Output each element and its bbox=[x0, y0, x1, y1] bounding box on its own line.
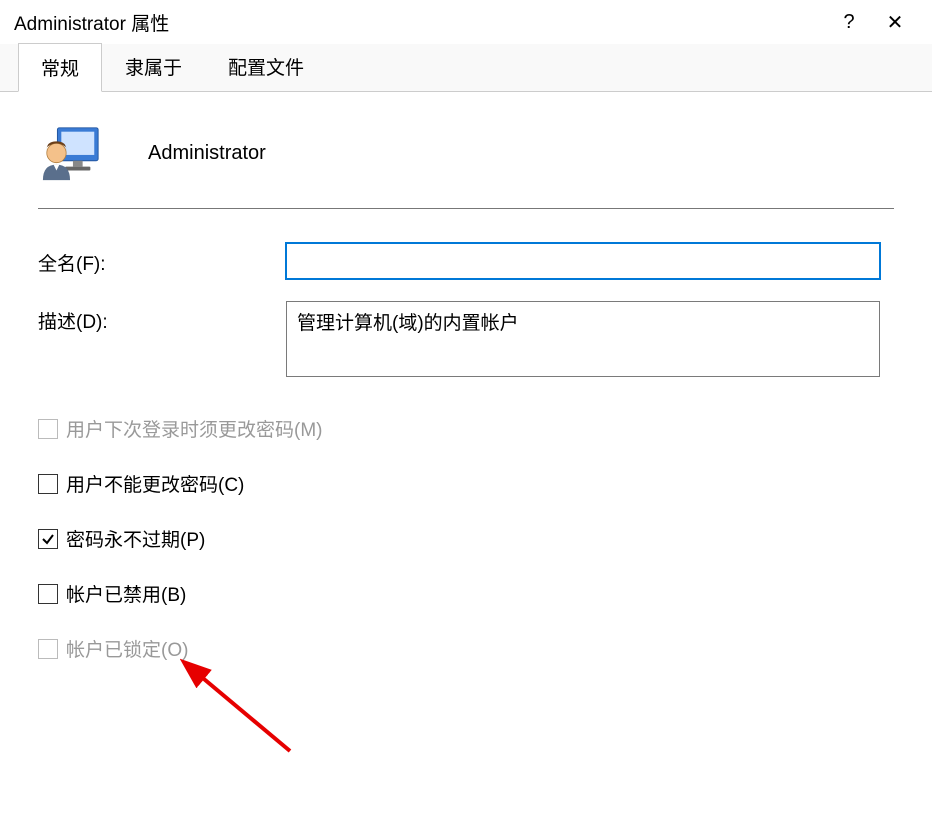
checkbox-box-icon bbox=[38, 639, 58, 659]
checkbox-label: 用户下次登录时须更改密码(M) bbox=[66, 415, 322, 442]
close-button[interactable]: ✕ bbox=[872, 10, 918, 35]
checkbox-label: 密码永不过期(P) bbox=[66, 525, 205, 552]
fullname-input[interactable] bbox=[286, 243, 880, 279]
description-row: 描述(D): 管理计算机(域)的内置帐户 bbox=[38, 301, 894, 377]
help-button[interactable]: ? bbox=[826, 11, 872, 34]
checkbox-must-change-password: 用户下次登录时须更改密码(M) bbox=[38, 415, 894, 442]
tab-content-general: Administrator 全名(F): 描述(D): 管理计算机(域)的内置帐… bbox=[0, 92, 932, 700]
window-title: Administrator 属性 bbox=[14, 9, 826, 36]
checkbox-account-disabled[interactable]: 帐户已禁用(B) bbox=[38, 580, 894, 607]
description-label: 描述(D): bbox=[38, 301, 286, 334]
checkbox-box-icon bbox=[38, 584, 58, 604]
checkbox-account-locked: 帐户已锁定(O) bbox=[38, 635, 894, 662]
fullname-label: 全名(F): bbox=[38, 243, 286, 276]
tab-profile[interactable]: 配置文件 bbox=[205, 42, 327, 91]
checkbox-cannot-change-password[interactable]: 用户不能更改密码(C) bbox=[38, 470, 894, 497]
checkbox-password-never-expires[interactable]: 密码永不过期(P) bbox=[38, 525, 894, 552]
tab-general[interactable]: 常规 bbox=[18, 43, 102, 92]
tab-memberof[interactable]: 隶属于 bbox=[102, 42, 205, 91]
checkbox-group: 用户下次登录时须更改密码(M) 用户不能更改密码(C) 密码永不过期(P) 帐户… bbox=[38, 415, 894, 662]
divider bbox=[38, 208, 894, 209]
tab-bar: 常规 隶属于 配置文件 bbox=[0, 44, 932, 92]
checkbox-box-icon bbox=[38, 474, 58, 494]
description-input[interactable]: 管理计算机(域)的内置帐户 bbox=[286, 301, 880, 377]
titlebar: Administrator 属性 ? ✕ bbox=[0, 0, 932, 44]
checkbox-box-icon bbox=[38, 419, 58, 439]
checkbox-label: 帐户已禁用(B) bbox=[66, 580, 186, 607]
checkbox-label: 用户不能更改密码(C) bbox=[66, 470, 244, 497]
checkbox-box-icon bbox=[38, 529, 58, 549]
user-header: Administrator bbox=[38, 122, 894, 184]
fullname-row: 全名(F): bbox=[38, 243, 894, 279]
user-icon bbox=[40, 122, 102, 184]
user-name-label: Administrator bbox=[148, 142, 266, 165]
checkbox-label: 帐户已锁定(O) bbox=[66, 635, 188, 662]
